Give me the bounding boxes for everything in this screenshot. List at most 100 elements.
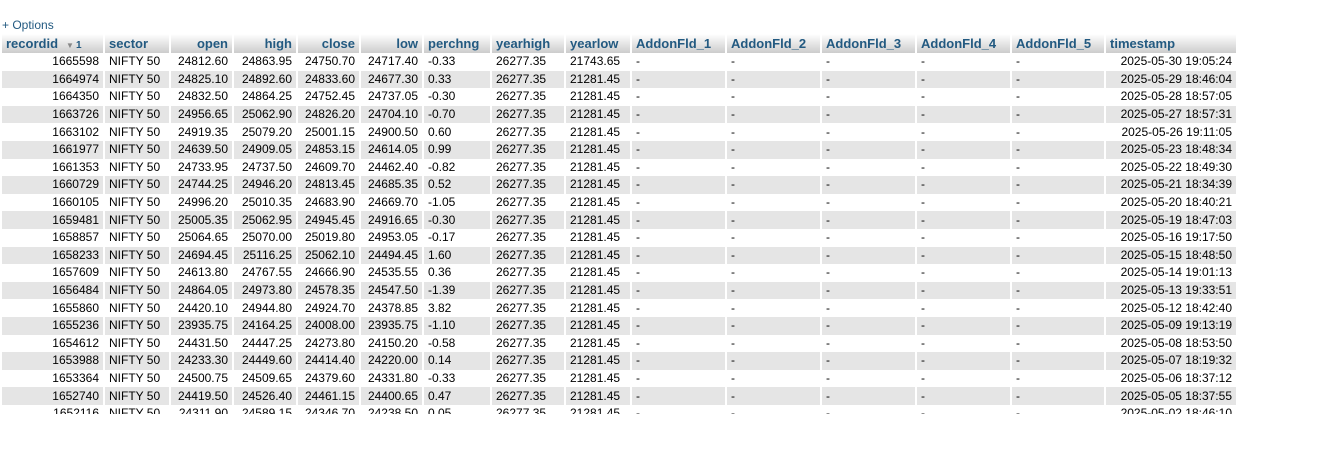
- column-header-addonfld-3[interactable]: AddonFld_3: [822, 34, 917, 53]
- cell-high: 24909.05: [234, 140, 298, 159]
- cell-high: 24526.40: [234, 387, 298, 405]
- table-row[interactable]: 1664974 NIFTY 50 24825.10 24892.60 24833.60 2…: [2, 70, 1238, 89]
- cell-low: 24535.55: [361, 264, 424, 282]
- cell-addonfld-5: -: [1012, 53, 1106, 71]
- cell-addonfld-4: -: [917, 246, 1012, 265]
- cell-open: 24613.80: [171, 264, 234, 282]
- cell-yearhigh: 26277.35: [492, 228, 566, 247]
- cell-perchng: 1.60: [424, 246, 492, 265]
- cell-addonfld-4: -: [917, 88, 1012, 106]
- table-row[interactable]: 1656484 NIFTY 50 24864.05 24973.80 24578.35 2…: [2, 281, 1238, 300]
- table-row[interactable]: 1661977 NIFTY 50 24639.50 24909.05 24853.15 2…: [2, 140, 1238, 159]
- cell-yearhigh: 26277.35: [492, 316, 566, 335]
- cell-addonfld-5: -: [1012, 193, 1106, 212]
- cell-recordid: 1663102: [2, 123, 105, 141]
- column-header-perchng[interactable]: perchng: [424, 34, 492, 53]
- cell-yearlow: 21281.45: [566, 228, 632, 247]
- column-header-addonfld-1[interactable]: AddonFld_1: [632, 34, 727, 53]
- cell-close: 24945.45: [298, 211, 361, 229]
- table-row[interactable]: 1664350 NIFTY 50 24832.50 24864.25 24752.45 2…: [2, 88, 1238, 106]
- column-header-recordid[interactable]: recordid ▼ 1: [2, 34, 105, 53]
- cell-sector: NIFTY 50: [105, 211, 171, 229]
- header-row: recordid ▼ 1 sector open high close low pe…: [2, 34, 1238, 53]
- options-link[interactable]: + Options: [2, 18, 54, 32]
- column-header-yearlow[interactable]: yearlow: [566, 34, 632, 53]
- sort-descending-icon[interactable]: ▼: [66, 41, 74, 50]
- cell-yearhigh: 26277.35: [492, 404, 566, 414]
- cell-sector: NIFTY 50: [105, 246, 171, 265]
- cell-addonfld-4: -: [917, 387, 1012, 405]
- cell-addonfld-5: -: [1012, 158, 1106, 177]
- table-row[interactable]: 1663726 NIFTY 50 24956.65 25062.90 24826.20 2…: [2, 105, 1238, 124]
- cell-yearlow: 21281.45: [566, 211, 632, 229]
- cell-timestamp: 2025-05-19 18:47:03: [1106, 211, 1238, 229]
- cell-addonfld-4: -: [917, 264, 1012, 282]
- cell-low: 24677.30: [361, 70, 424, 89]
- table-row[interactable]: 1655236 NIFTY 50 23935.75 24164.25 24008.00 2…: [2, 316, 1238, 335]
- cell-addonfld-5: -: [1012, 352, 1106, 370]
- table-row[interactable]: 1665598 NIFTY 50 24812.60 24863.95 24750.70 2…: [2, 53, 1238, 71]
- column-header-sector[interactable]: sector: [105, 34, 171, 53]
- column-header-addonfld-2[interactable]: AddonFld_2: [727, 34, 822, 53]
- column-header-label: recordid: [6, 36, 59, 51]
- column-header-low[interactable]: low: [361, 34, 424, 53]
- cell-addonfld-4: -: [917, 105, 1012, 124]
- table-row[interactable]: 1652116 NIFTY 50 24311.90 24589.15 24346.70 2…: [2, 404, 1238, 414]
- cell-perchng: 0.14: [424, 352, 492, 370]
- table-row[interactable]: 1660105 NIFTY 50 24996.20 25010.35 24683.90 2…: [2, 193, 1238, 212]
- column-header-close[interactable]: close: [298, 34, 361, 53]
- cell-low: 24685.35: [361, 176, 424, 194]
- cell-yearhigh: 26277.35: [492, 352, 566, 370]
- cell-addonfld-2: -: [727, 281, 822, 300]
- column-header-addonfld-5[interactable]: AddonFld_5: [1012, 34, 1106, 53]
- cell-sector: NIFTY 50: [105, 228, 171, 247]
- table-row[interactable]: 1661353 NIFTY 50 24733.95 24737.50 24609.70 2…: [2, 158, 1238, 177]
- cell-addonfld-3: -: [822, 246, 917, 265]
- cell-addonfld-3: -: [822, 264, 917, 282]
- cell-perchng: -0.58: [424, 334, 492, 353]
- cell-addonfld-2: -: [727, 53, 822, 71]
- table-row[interactable]: 1652740 NIFTY 50 24419.50 24526.40 24461.15 2…: [2, 387, 1238, 405]
- cell-yearlow: 21281.45: [566, 70, 632, 89]
- cell-open: 23935.75: [171, 316, 234, 335]
- cell-low: 24614.05: [361, 140, 424, 159]
- cell-high: 24864.25: [234, 88, 298, 106]
- column-header-yearhigh[interactable]: yearhigh: [492, 34, 566, 53]
- cell-addonfld-3: -: [822, 404, 917, 414]
- cell-high: 24449.60: [234, 352, 298, 370]
- cell-perchng: -0.30: [424, 211, 492, 229]
- column-header-timestamp[interactable]: timestamp: [1106, 34, 1238, 53]
- table-row[interactable]: 1658857 NIFTY 50 25064.65 25070.00 25019.80 2…: [2, 228, 1238, 247]
- cell-addonfld-2: -: [727, 70, 822, 89]
- table-row[interactable]: 1660729 NIFTY 50 24744.25 24946.20 24813.45 2…: [2, 176, 1238, 194]
- table-row[interactable]: 1653988 NIFTY 50 24233.30 24449.60 24414.40 2…: [2, 352, 1238, 370]
- table-row[interactable]: 1653364 NIFTY 50 24500.75 24509.65 24379.60 2…: [2, 369, 1238, 388]
- table-row[interactable]: 1654612 NIFTY 50 24431.50 24447.25 24273.80 2…: [2, 334, 1238, 353]
- cell-addonfld-5: -: [1012, 299, 1106, 317]
- column-header-high[interactable]: high: [234, 34, 298, 53]
- cell-addonfld-3: -: [822, 316, 917, 335]
- cell-addonfld-1: -: [632, 264, 727, 282]
- table-row[interactable]: 1658233 NIFTY 50 24694.45 25116.25 25062.10 2…: [2, 246, 1238, 265]
- cell-yearhigh: 26277.35: [492, 281, 566, 300]
- table-row[interactable]: 1659481 NIFTY 50 25005.35 25062.95 24945.45 2…: [2, 211, 1238, 229]
- table-row[interactable]: 1663102 NIFTY 50 24919.35 25079.20 25001.15 2…: [2, 123, 1238, 141]
- cell-addonfld-2: -: [727, 193, 822, 212]
- cell-addonfld-3: -: [822, 53, 917, 71]
- column-header-addonfld-4[interactable]: AddonFld_4: [917, 34, 1012, 53]
- cell-addonfld-1: -: [632, 299, 727, 317]
- cell-high: 24892.60: [234, 70, 298, 89]
- cell-addonfld-2: -: [727, 123, 822, 141]
- cell-addonfld-3: -: [822, 334, 917, 353]
- table-row[interactable]: 1655860 NIFTY 50 24420.10 24944.80 24924.70 2…: [2, 299, 1238, 317]
- cell-yearhigh: 26277.35: [492, 70, 566, 89]
- cell-high: 25010.35: [234, 193, 298, 212]
- cell-close: 24752.45: [298, 88, 361, 106]
- table-row[interactable]: 1657609 NIFTY 50 24613.80 24767.55 24666.90 2…: [2, 264, 1238, 282]
- cell-recordid: 1658857: [2, 228, 105, 247]
- cell-timestamp: 2025-05-12 18:42:40: [1106, 299, 1238, 317]
- cell-sector: NIFTY 50: [105, 387, 171, 405]
- cell-high: 24447.25: [234, 334, 298, 353]
- cell-yearlow: 21281.45: [566, 352, 632, 370]
- column-header-open[interactable]: open: [171, 34, 234, 53]
